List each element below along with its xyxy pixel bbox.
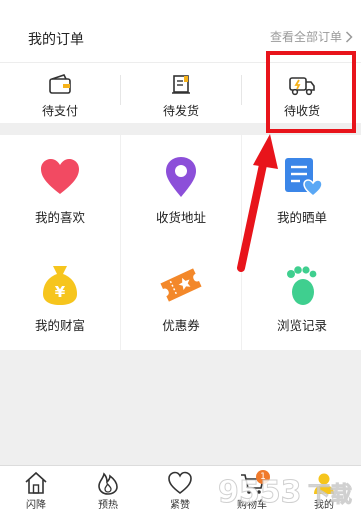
highlight-box (266, 51, 356, 133)
order-item-label: 待发货 (162, 104, 199, 118)
heart-icon (38, 155, 82, 199)
footprints-icon (280, 263, 324, 307)
my-favorites-item[interactable]: 我的喜欢 (0, 135, 120, 242)
tab-label: 紧赞 (170, 500, 190, 511)
shipping-address-item[interactable]: 收货地址 (121, 135, 241, 242)
my-wealth-item[interactable]: ¥ 我的财富 (0, 243, 120, 350)
features-grid: 我的喜欢 收货地址 我的晒单 ¥ 我的财富 优惠券 浏览记录 (0, 135, 361, 350)
order-item-label: 待支付 (41, 104, 78, 118)
flame-icon (98, 472, 118, 495)
home-icon (25, 471, 47, 494)
grid-item-label: 收货地址 (155, 210, 206, 225)
tab-label: 预热 (98, 500, 118, 511)
tab-likes[interactable]: 紧赞 (144, 468, 216, 511)
grid-item-label: 我的晒单 (276, 210, 327, 225)
coupons-item[interactable]: 优惠券 (121, 243, 241, 350)
tab-preheat[interactable]: 预热 (72, 468, 144, 511)
view-all-orders-label: 查看全部订单 (269, 30, 342, 44)
grid-item-label: 浏览记录 (276, 318, 327, 333)
view-all-orders-link[interactable]: 查看全部订单 (270, 28, 353, 45)
orders-title: 我的订单 (28, 32, 84, 48)
grid-item-label: 优惠券 (162, 318, 200, 333)
tab-flash-sale[interactable]: 闪降 (0, 468, 72, 511)
package-list-icon (172, 75, 190, 94)
svg-text:¥: ¥ (55, 283, 66, 301)
grid-item-label: 我的喜欢 (34, 210, 85, 225)
tab-label: 闪降 (26, 500, 46, 511)
coupon-ticket-icon (159, 263, 203, 307)
browsing-history-item[interactable]: 浏览记录 (242, 243, 361, 350)
grid-item-label: 我的财富 (34, 318, 85, 333)
my-showcase-item[interactable]: 我的晒单 (242, 135, 361, 242)
heart-outline-icon (168, 471, 192, 495)
order-pending-shipment[interactable]: 待发货 (121, 66, 241, 122)
wallet-icon (49, 74, 71, 94)
order-pending-payment[interactable]: 待支付 (0, 66, 120, 122)
money-bag-icon: ¥ (38, 263, 82, 307)
chevron-right-icon (345, 30, 353, 43)
svg-text:下载: 下载 (308, 482, 352, 508)
document-heart-icon (280, 155, 324, 199)
watermark-logo: 9553 下载 (218, 475, 353, 511)
svg-text:9553: 9553 (218, 475, 302, 510)
location-pin-icon (159, 155, 203, 199)
